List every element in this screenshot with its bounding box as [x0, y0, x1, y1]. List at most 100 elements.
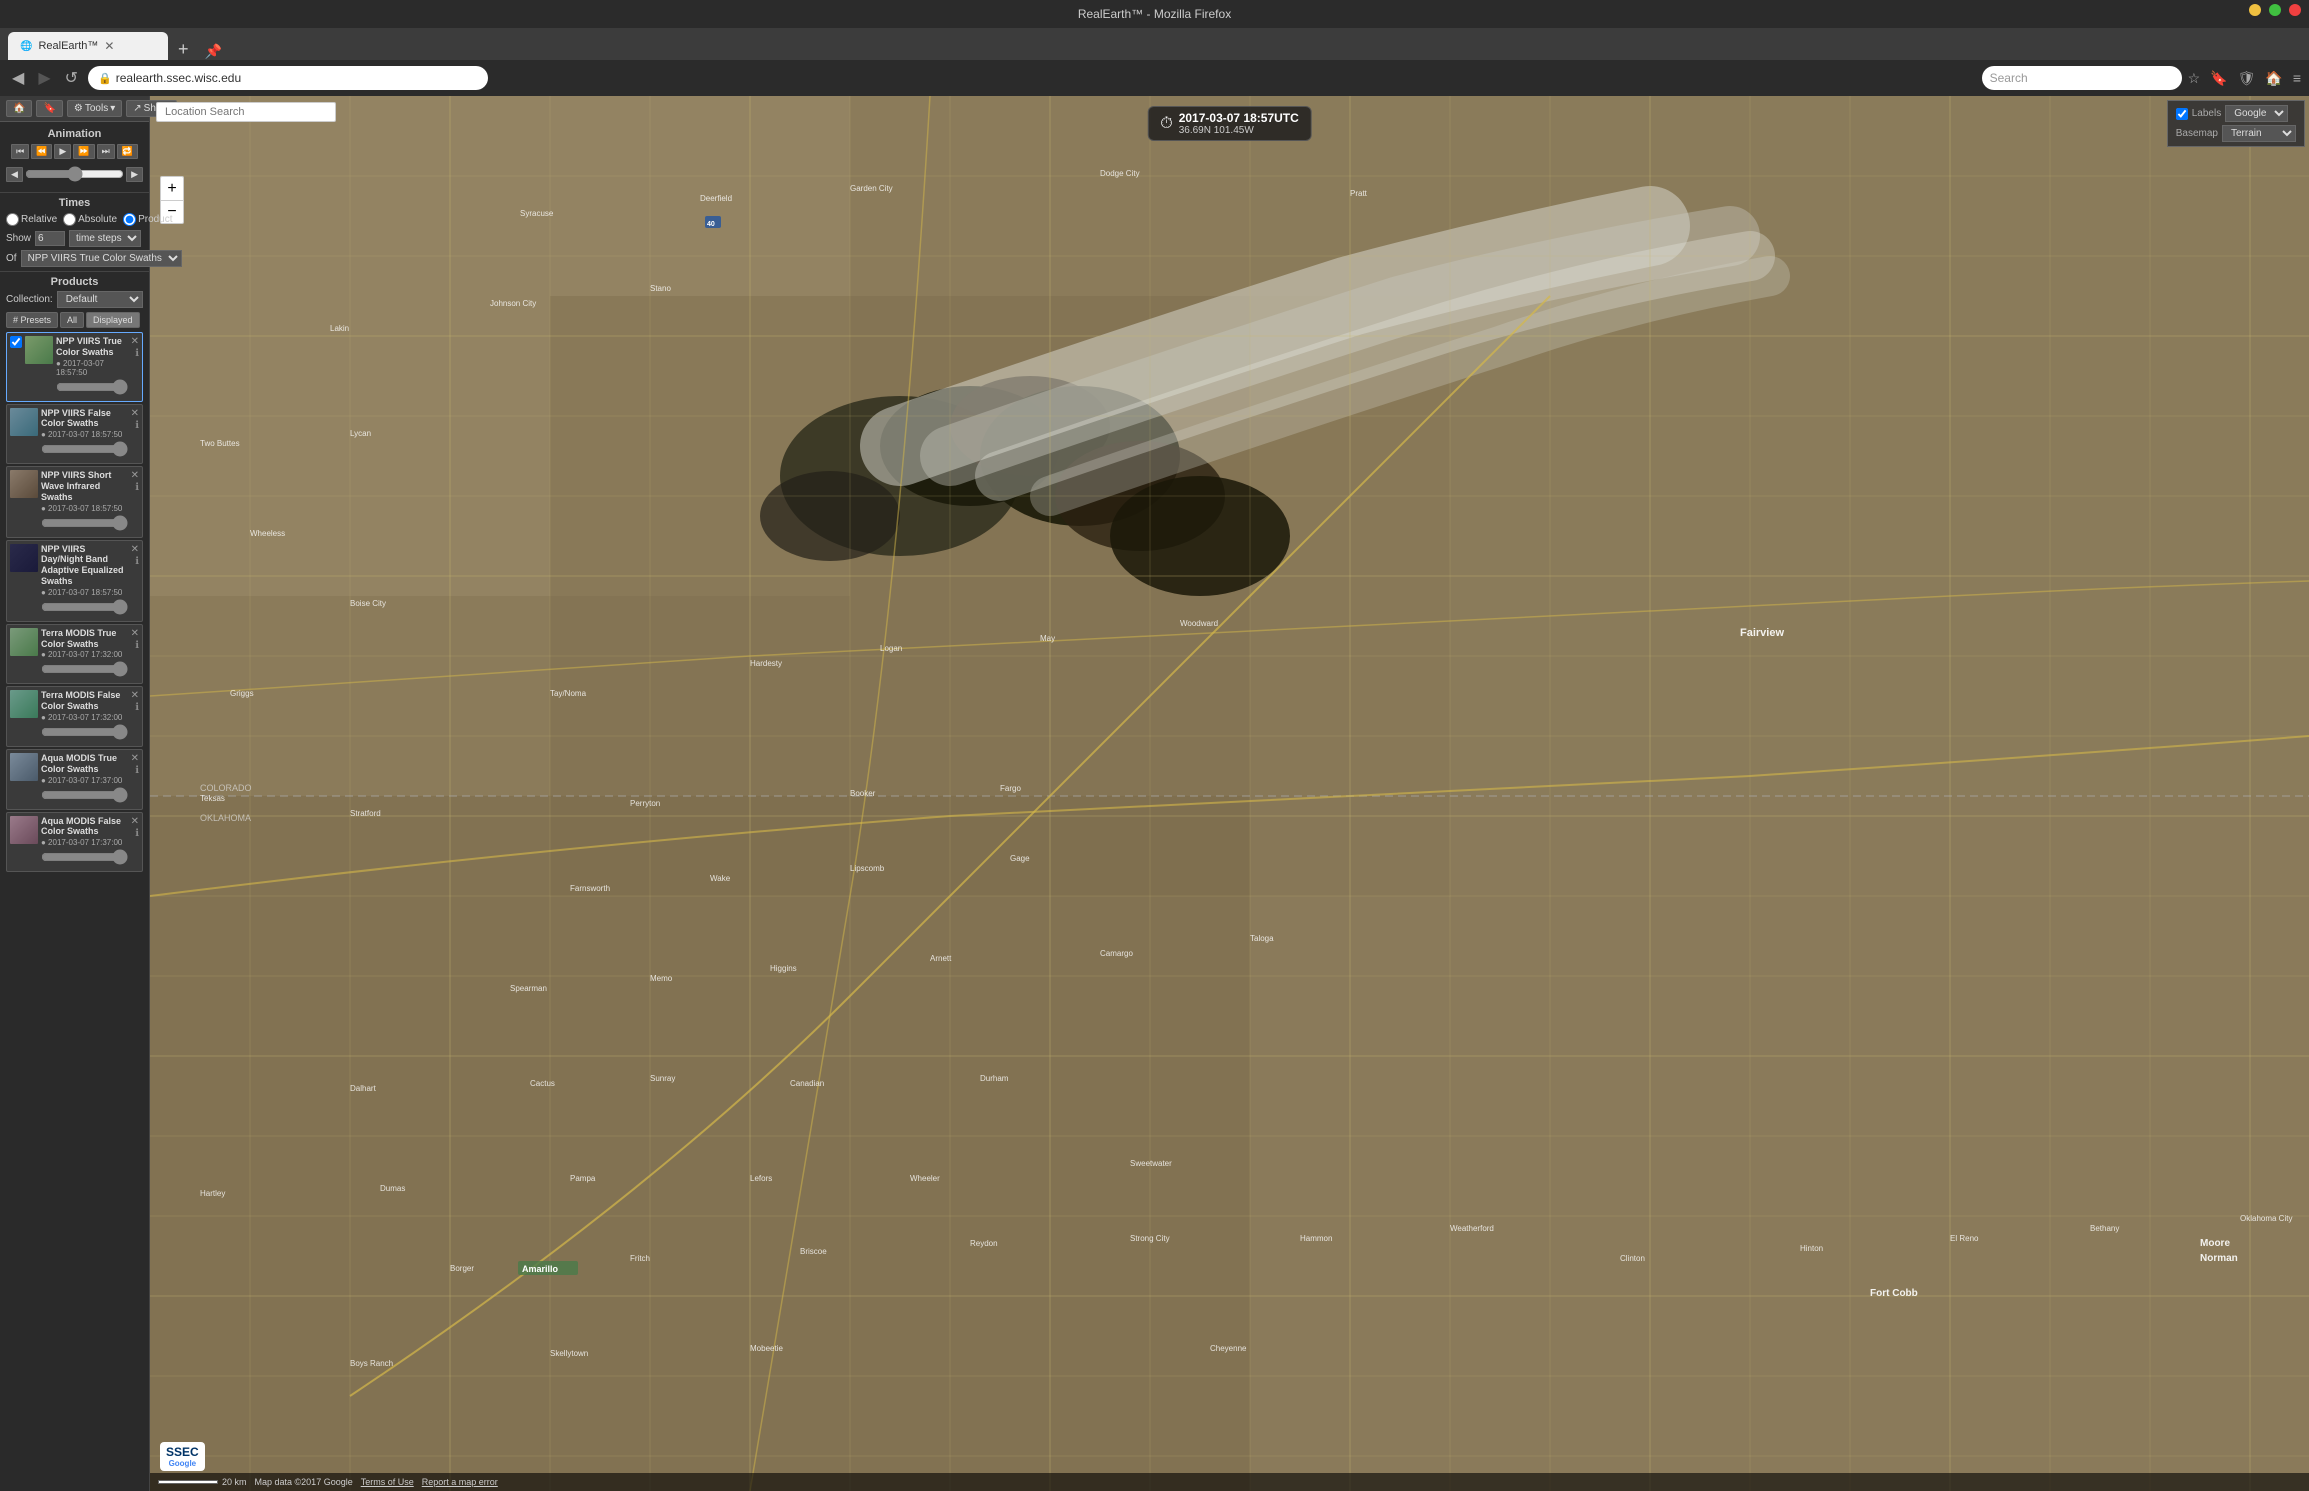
relative-radio[interactable] — [6, 213, 19, 226]
product-opacity-2[interactable] — [41, 515, 128, 531]
map-container[interactable]: Fairview Fort Cobb Moore Norman Syracuse… — [150, 96, 2309, 1491]
product-close-icon-0[interactable]: ✕ — [131, 336, 139, 347]
times-radio-group: Relative Absolute Product — [6, 213, 143, 226]
product-radio-label[interactable]: Product — [123, 213, 172, 226]
product-opacity-0[interactable] — [56, 379, 128, 395]
menu-icon[interactable]: ≡ — [2293, 70, 2301, 87]
product-info-icon-7[interactable]: ℹ — [135, 828, 139, 839]
product-info-icon-5[interactable]: ℹ — [135, 702, 139, 713]
bookmark-icon[interactable]: 🔖 — [2210, 70, 2227, 87]
new-tab-btn[interactable]: + — [170, 39, 197, 60]
svg-text:Dalhart: Dalhart — [350, 1084, 377, 1093]
product-opacity-7[interactable] — [41, 849, 128, 865]
displayed-btn[interactable]: Displayed — [86, 312, 140, 328]
product-item[interactable]: NPP VIIRS False Color Swaths ● 2017-03-0… — [6, 404, 143, 465]
relative-radio-label[interactable]: Relative — [6, 213, 57, 226]
product-close-icon-4[interactable]: ✕ — [131, 628, 139, 639]
product-close-icon-7[interactable]: ✕ — [131, 816, 139, 827]
product-opacity-5[interactable] — [41, 724, 128, 740]
tab-close-icon[interactable]: ✕ — [104, 39, 114, 53]
svg-text:Durham: Durham — [980, 1074, 1009, 1083]
zoom-in-btn[interactable]: + — [160, 176, 184, 200]
active-tab[interactable]: 🌐 RealEarth™ ✕ — [8, 32, 168, 60]
ssec-logo: SSEC Google — [160, 1442, 205, 1471]
product-info-icon-1[interactable]: ℹ — [135, 420, 139, 431]
product-close-icon-1[interactable]: ✕ — [131, 408, 139, 419]
pin-icon[interactable]: 📌 — [205, 43, 222, 60]
maximize-btn[interactable] — [2269, 4, 2281, 16]
all-btn[interactable]: All — [60, 312, 84, 328]
product-item[interactable]: Aqua MODIS False Color Swaths ● 2017-03-… — [6, 812, 143, 873]
products-section: Products Collection: Default # Presets A… — [0, 272, 149, 1491]
product-radio[interactable] — [123, 213, 136, 226]
minimize-btn[interactable] — [2249, 4, 2261, 16]
anim-faster-btn[interactable]: ▶ — [126, 167, 143, 182]
tools-btn[interactable]: ⚙ Tools ▾ — [67, 100, 122, 117]
basemap-select[interactable]: Terrain Satellite Roadmap — [2222, 125, 2296, 142]
product-item[interactable]: Terra MODIS True Color Swaths ● 2017-03-… — [6, 624, 143, 685]
home-sidebar-btn[interactable]: 🏠 — [6, 100, 32, 117]
tools-label: Tools — [85, 103, 108, 114]
product-date-6: ● 2017-03-07 17:37:00 — [41, 776, 128, 785]
of-select[interactable]: NPP VIIRS True Color Swaths — [21, 250, 182, 267]
svg-text:Taloga: Taloga — [1250, 934, 1274, 943]
anim-step-fwd-btn[interactable]: ⏩ — [73, 144, 94, 159]
product-date-3: ● 2017-03-07 18:57:50 — [41, 588, 128, 597]
shield-icon[interactable]: 🛡 — [2238, 70, 2256, 87]
product-close-icon-5[interactable]: ✕ — [131, 690, 139, 701]
absolute-radio[interactable] — [63, 213, 76, 226]
location-search-input[interactable] — [156, 102, 336, 122]
terms-link[interactable]: Terms of Use — [361, 1477, 414, 1487]
svg-text:Fritch: Fritch — [630, 1254, 650, 1263]
app-container: 🏠 🔖 ⚙ Tools ▾ ↗ Share Animation ⏮ ⏪ ▶ ⏩ … — [0, 96, 2309, 1491]
home-icon[interactable]: 🏠 — [2265, 70, 2282, 87]
anim-play-btn[interactable]: ▶ — [54, 144, 71, 159]
anim-slower-btn[interactable]: ◀ — [6, 167, 23, 182]
star-icon[interactable]: ☆ — [2188, 70, 2201, 87]
product-info-5: Terra MODIS False Color Swaths ● 2017-03… — [41, 690, 128, 743]
time-steps-select[interactable]: time steps — [69, 230, 141, 247]
label-provider-select[interactable]: Google — [2225, 105, 2288, 122]
product-info-icon-3[interactable]: ℹ — [135, 556, 139, 567]
product-info-icon-4[interactable]: ℹ — [135, 640, 139, 651]
svg-text:Gage: Gage — [1010, 854, 1030, 863]
back-btn[interactable]: ◀ — [8, 66, 28, 90]
product-opacity-3[interactable] — [41, 599, 128, 615]
product-opacity-1[interactable] — [41, 441, 128, 457]
anim-speed-slider[interactable] — [25, 166, 124, 182]
product-info-icon-2[interactable]: ℹ — [135, 482, 139, 493]
anim-step-back-btn[interactable]: ⏪ — [31, 144, 52, 159]
product-checkbox-0[interactable] — [10, 336, 22, 348]
anim-skip-end-btn[interactable]: ⏭ — [97, 144, 115, 159]
anim-loop-btn[interactable]: 🔁 — [117, 144, 138, 159]
product-info-1: NPP VIIRS False Color Swaths ● 2017-03-0… — [41, 408, 128, 461]
collection-select[interactable]: Default — [57, 291, 143, 308]
bookmark-sidebar-btn[interactable]: 🔖 — [36, 100, 62, 117]
show-value-input[interactable] — [35, 231, 65, 246]
presets-btn[interactable]: # Presets — [6, 312, 58, 328]
svg-text:Moore: Moore — [2200, 1238, 2230, 1249]
product-item[interactable]: NPP VIIRS Short Wave Infrared Swaths ● 2… — [6, 466, 143, 537]
product-item[interactable]: NPP VIIRS Day/Night Band Adaptive Equali… — [6, 540, 143, 622]
close-btn[interactable] — [2289, 4, 2301, 16]
absolute-radio-label[interactable]: Absolute — [63, 213, 117, 226]
report-link[interactable]: Report a map error — [422, 1477, 498, 1487]
product-item[interactable]: Terra MODIS False Color Swaths ● 2017-03… — [6, 686, 143, 747]
labels-checkbox[interactable] — [2176, 108, 2188, 120]
product-info-icon-6[interactable]: ℹ — [135, 765, 139, 776]
product-close-icon-6[interactable]: ✕ — [131, 753, 139, 764]
product-opacity-4[interactable] — [41, 661, 128, 677]
product-opacity-6[interactable] — [41, 787, 128, 803]
svg-text:Amarillo: Amarillo — [522, 1264, 559, 1274]
svg-text:Garden City: Garden City — [850, 184, 893, 193]
reload-btn[interactable]: ↺ — [61, 66, 82, 90]
url-bar[interactable]: 🔒 realearth.ssec.wisc.edu — [88, 66, 488, 90]
product-item[interactable]: NPP VIIRS True Color Swaths ● 2017-03-07… — [6, 332, 143, 402]
search-bar[interactable]: Search — [1982, 66, 2182, 90]
product-item[interactable]: Aqua MODIS True Color Swaths ● 2017-03-0… — [6, 749, 143, 810]
anim-skip-start-btn[interactable]: ⏮ — [11, 144, 29, 159]
product-close-icon-3[interactable]: ✕ — [131, 544, 139, 555]
product-info-icon-0[interactable]: ℹ — [135, 348, 139, 359]
forward-btn[interactable]: ▶ — [34, 66, 54, 90]
product-close-icon-2[interactable]: ✕ — [131, 470, 139, 481]
